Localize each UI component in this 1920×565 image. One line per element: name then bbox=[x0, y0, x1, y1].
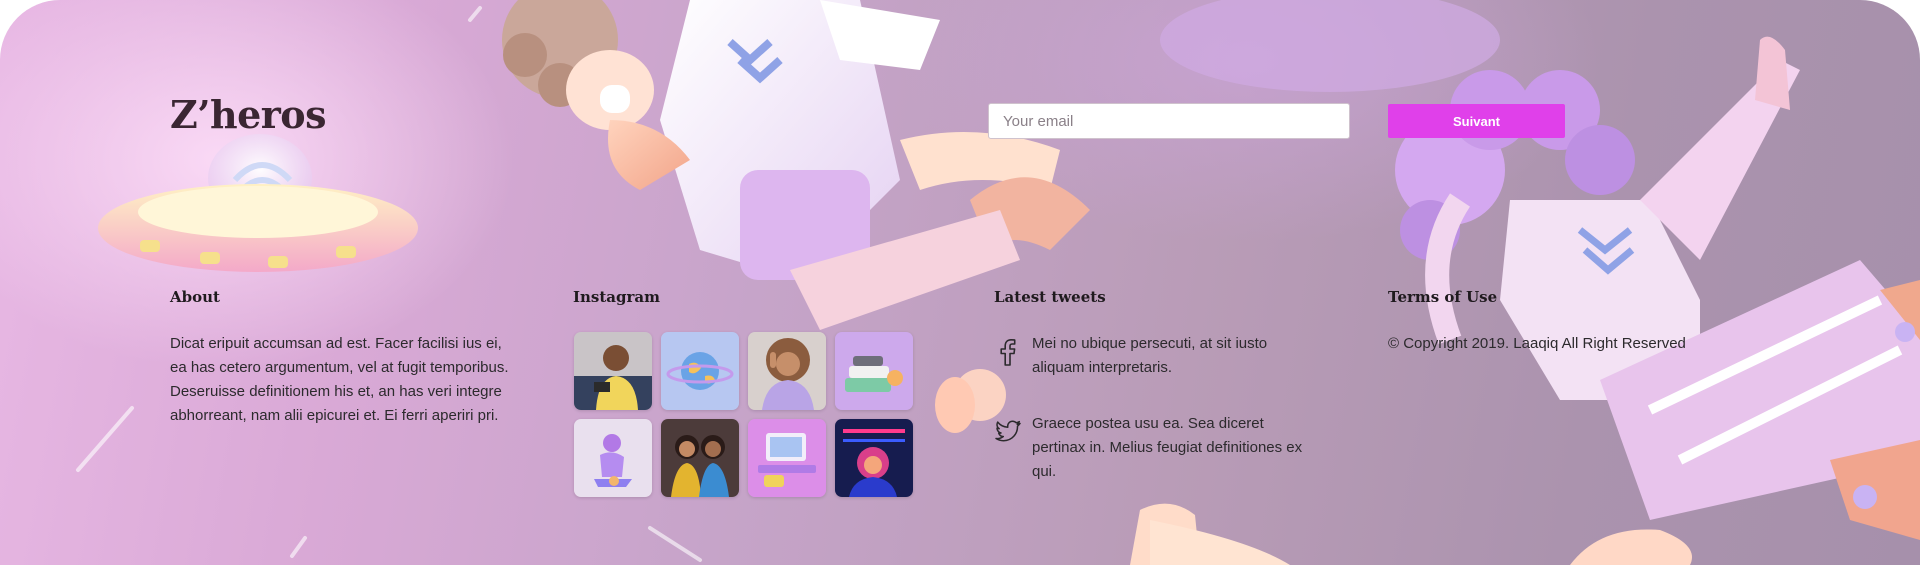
about-heading: About bbox=[170, 288, 220, 306]
instagram-heading: Instagram bbox=[573, 288, 660, 306]
ufo-illustration bbox=[98, 134, 418, 272]
site-footer: Z’heros Suivant About Dicat eripuit accu… bbox=[0, 0, 1920, 565]
instagram-photo[interactable] bbox=[574, 419, 652, 497]
about-text: Dicat eripuit accumsan ad est. Facer fac… bbox=[170, 335, 509, 424]
twitter-icon[interactable] bbox=[994, 418, 1022, 446]
facebook-icon[interactable] bbox=[994, 338, 1022, 366]
instagram-photo[interactable] bbox=[661, 419, 739, 497]
background-illustration bbox=[76, 0, 1920, 565]
instagram-photo[interactable] bbox=[835, 332, 913, 410]
subscribe-button[interactable]: Suivant bbox=[1388, 104, 1565, 138]
site-logo[interactable]: Z’heros bbox=[170, 92, 327, 137]
instagram-photo[interactable] bbox=[661, 332, 739, 410]
tweet-item: Mei no ubique persecuti, at sit iusto al… bbox=[994, 332, 1304, 380]
instagram-photo[interactable] bbox=[748, 419, 826, 497]
instagram-photo[interactable] bbox=[835, 419, 913, 497]
latest-tweets-heading: Latest tweets bbox=[994, 288, 1106, 306]
tweet-item: Graece postea usu ea. Sea diceret pertin… bbox=[994, 412, 1304, 484]
instagram-photo[interactable] bbox=[574, 332, 652, 410]
instagram-grid bbox=[574, 332, 913, 497]
instagram-photo[interactable] bbox=[748, 332, 826, 410]
tweet-text: Graece postea usu ea. Sea diceret pertin… bbox=[1032, 415, 1303, 480]
email-input[interactable] bbox=[988, 103, 1350, 139]
terms-heading[interactable]: Terms of Use bbox=[1388, 288, 1497, 306]
copyright-text: © Copyright 2019. Laaqiq All Right Reser… bbox=[1388, 335, 1686, 352]
tweet-text: Mei no ubique persecuti, at sit iusto al… bbox=[1032, 335, 1268, 376]
